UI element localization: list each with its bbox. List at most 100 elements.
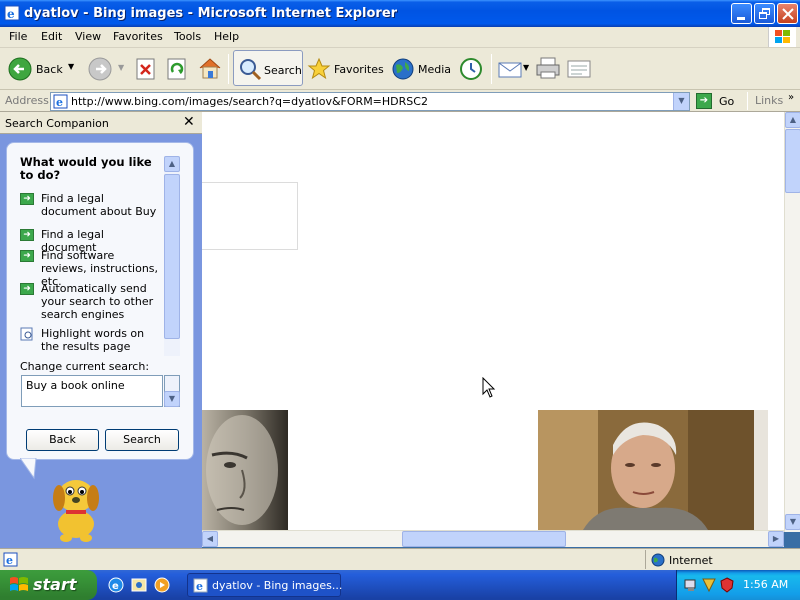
menu-bar: File Edit View Favorites Tools Help [0, 27, 800, 48]
favorites-button[interactable]: Favorites [307, 54, 385, 84]
highlight-page-icon [20, 327, 33, 341]
history-icon[interactable] [459, 57, 483, 81]
media-button[interactable]: Media [391, 54, 451, 84]
taskbar-task-ie[interactable]: e dyatlov - Bing images... [187, 573, 343, 597]
image-thumbnail-1[interactable] [202, 410, 300, 530]
svg-text:e: e [56, 96, 63, 109]
menu-help[interactable]: Help [214, 30, 239, 43]
go-button[interactable]: ➔ Go [696, 92, 742, 110]
go-label: Go [719, 95, 735, 108]
star-icon [307, 57, 331, 80]
taskbar: start e e dyatlov - Bing images... 1:56 … [0, 570, 800, 600]
toolbar-separator [747, 92, 748, 110]
title-bar: e dyatlov - Bing images - Microsoft Inte… [0, 0, 800, 27]
scroll-left-icon[interactable]: ◀ [202, 531, 218, 547]
vertical-scroll-thumb[interactable] [785, 129, 800, 193]
option-software-reviews[interactable]: ➜ Find software reviews, instructions, e… [20, 249, 165, 288]
restore-button[interactable] [754, 3, 775, 24]
edit-icon[interactable] [566, 57, 592, 81]
ie-icon: e [193, 578, 208, 593]
horizontal-scrollbar[interactable]: ◀ ▶ [202, 530, 784, 547]
window-title: dyatlov - Bing images - Microsoft Intern… [24, 6, 398, 21]
address-label: Address [5, 94, 49, 107]
task-label: dyatlov - Bing images... [212, 579, 343, 592]
web-content [202, 112, 784, 532]
green-arrow-icon: ➜ [20, 250, 34, 262]
tray-network-icon[interactable] [683, 577, 699, 593]
address-url: http://www.bing.com/images/search?q=dyat… [71, 95, 428, 108]
scroll-down-icon[interactable]: ▼ [164, 391, 180, 407]
media-label: Media [418, 63, 452, 76]
search-button-companion[interactable]: Search [105, 429, 179, 451]
back-arrow-icon [8, 57, 32, 81]
menu-favorites[interactable]: Favorites [113, 30, 163, 43]
refresh-icon[interactable] [167, 58, 187, 80]
current-search-field[interactable]: Buy a book online ▼ [21, 375, 180, 407]
option-highlight-words[interactable]: Highlight words on the results page [20, 327, 165, 355]
minimize-button[interactable] [731, 3, 752, 24]
ie-quicklaunch-icon[interactable]: e [108, 577, 124, 593]
search-companion-bubble: What would you like to do? ➜ Find a lega… [6, 142, 194, 460]
address-dropdown-icon[interactable]: ▼ [673, 93, 689, 110]
search-label: Search [264, 64, 302, 77]
mouse-cursor-icon [482, 377, 496, 398]
menu-view[interactable]: View [75, 30, 101, 43]
magnifier-icon [240, 59, 262, 81]
back-button-companion[interactable]: Back [26, 429, 99, 451]
green-arrow-icon: ➜ [20, 229, 34, 241]
search-companion-pane: Search Companion ✕ What would you like t… [0, 112, 202, 548]
page-status-icon: e [3, 552, 18, 567]
address-input[interactable]: e http://www.bing.com/images/search?q=dy… [50, 92, 690, 111]
menu-file[interactable]: File [9, 30, 27, 43]
forward-dropdown-icon[interactable]: ▼ [118, 63, 124, 72]
internet-zone-globe-icon [651, 553, 665, 567]
mail-icon[interactable] [498, 59, 522, 79]
vertical-scrollbar[interactable]: ▲ ▼ [784, 112, 800, 532]
close-button[interactable] [777, 3, 798, 24]
chevron-right-icon[interactable]: » [788, 92, 794, 103]
option-send-to-other-engines[interactable]: ➜ Automatically send your search to othe… [20, 282, 165, 324]
option-legal-doc[interactable]: ➜ Find a legal document [20, 228, 165, 254]
svg-text:e: e [196, 580, 203, 593]
tray-update-icon[interactable] [701, 577, 717, 593]
address-bar: Address e http://www.bing.com/images/sea… [0, 90, 800, 112]
close-pane-icon[interactable]: ✕ [183, 114, 195, 130]
bubble-tail [20, 458, 37, 480]
media-player-quicklaunch-icon[interactable] [154, 577, 170, 593]
favorites-label: Favorites [334, 63, 384, 76]
scroll-up-icon[interactable]: ▲ [164, 156, 180, 172]
search-dog-icon [53, 480, 99, 542]
zone-label: Internet [669, 554, 713, 567]
field-scrollbar[interactable]: ▼ [164, 375, 180, 407]
change-search-label: Change current search: [20, 360, 150, 373]
horizontal-scroll-thumb[interactable] [402, 531, 566, 547]
print-icon[interactable] [535, 56, 561, 80]
back-dropdown-icon[interactable]: ▼ [68, 62, 74, 71]
forward-arrow-icon[interactable] [88, 57, 112, 81]
toolbar: Back ▼ ▼ Search Favorites Media ▼ [0, 48, 800, 90]
mail-dropdown-icon[interactable]: ▼ [523, 63, 529, 72]
home-icon[interactable] [198, 56, 222, 80]
toolbar-separator [228, 54, 229, 84]
scroll-thumb[interactable] [164, 174, 180, 339]
back-button[interactable]: Back ▼ [4, 54, 78, 84]
search-button[interactable]: Search [233, 50, 303, 86]
options-scrollbar[interactable]: ▲ [164, 156, 180, 356]
search-box-fragment[interactable] [202, 182, 298, 250]
outlook-quicklaunch-icon[interactable] [131, 577, 147, 593]
scroll-right-icon[interactable]: ▶ [768, 531, 784, 547]
start-button[interactable]: start [0, 570, 97, 600]
back-label: Back [36, 63, 63, 76]
scroll-up-icon[interactable]: ▲ [785, 112, 800, 128]
links-label[interactable]: Links [755, 94, 783, 107]
menu-edit[interactable]: Edit [41, 30, 62, 43]
svg-text:e: e [7, 7, 15, 21]
tray-security-icon[interactable] [719, 577, 735, 593]
scroll-down-icon[interactable]: ▼ [785, 514, 800, 530]
close-icon [782, 8, 794, 20]
option-legal-doc-about-buy[interactable]: ➜ Find a legal document about Buy [20, 192, 165, 220]
menu-tools[interactable]: Tools [174, 30, 201, 43]
stop-icon[interactable] [136, 58, 156, 80]
image-thumbnail-2[interactable] [538, 410, 768, 530]
svg-text:e: e [112, 581, 119, 592]
